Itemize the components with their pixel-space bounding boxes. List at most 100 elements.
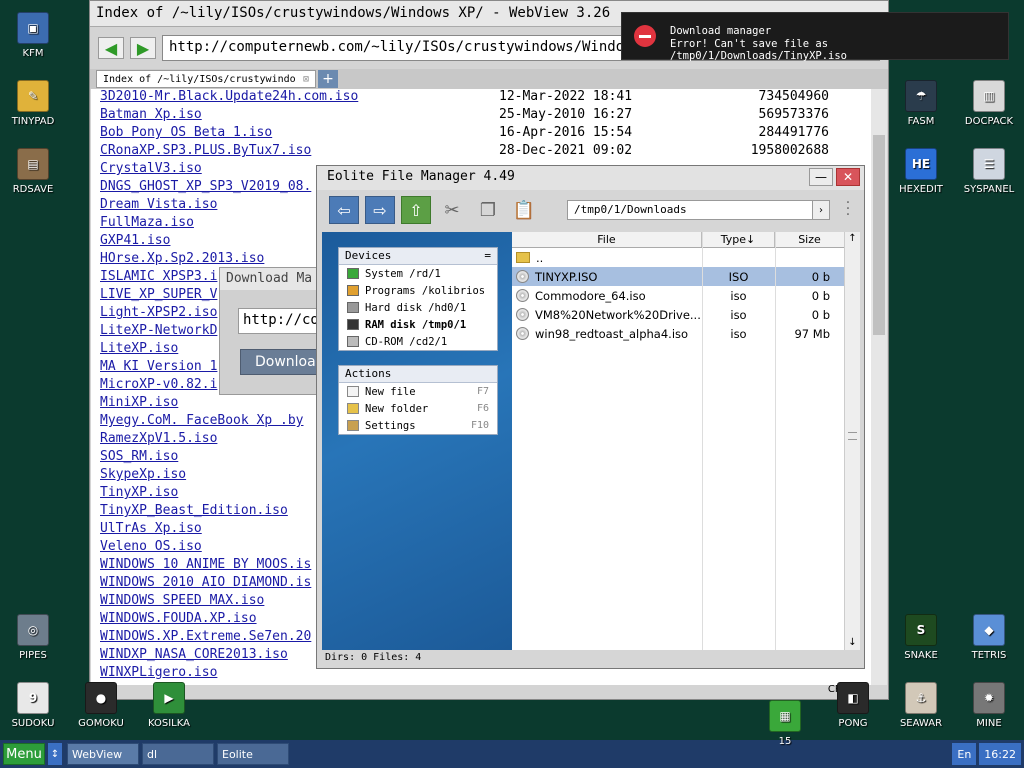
parent-folder-icon [516, 252, 530, 263]
notification-title: Download manager [670, 25, 772, 37]
file-row[interactable]: TINYXP.ISO ISO 0 b [512, 267, 844, 286]
forward-button[interactable]: ▶ [130, 37, 156, 59]
15-icon: ▦ [769, 700, 801, 732]
chevron-right-icon: › [819, 204, 823, 216]
desktop-icon-pipes[interactable]: ◎ PIPES [1, 614, 65, 661]
copy-button[interactable]: ❐ [473, 196, 503, 224]
desktop-icon-rdsave[interactable]: ▤ RDSAVE [1, 148, 65, 195]
fasm-icon: ☂ [905, 80, 937, 112]
path-input[interactable]: /tmp0/1/Downloads [567, 200, 829, 220]
actions-panel: Actions New file F7 New folder F6 Settings F1… [338, 365, 498, 435]
menu-button[interactable]: Menu [3, 743, 45, 765]
error-icon [634, 25, 656, 47]
webview-scrollbar[interactable] [871, 89, 887, 685]
task-webview[interactable]: WebView [67, 743, 139, 765]
forward-arrow-icon: ▶ [136, 38, 150, 58]
desktop-icon-fasm[interactable]: ☂ FASM [889, 80, 953, 127]
kfm-icon: ▣ [17, 12, 49, 44]
forward-button[interactable]: ⇨ [365, 196, 395, 224]
file-list-scrollbar[interactable]: ↑ ↓ [844, 232, 860, 650]
new-tab-button[interactable]: + [318, 70, 338, 88]
device-item[interactable]: System /rd/1 [339, 265, 497, 282]
desktop-icon-kfm[interactable]: ▣ KFM [1, 12, 65, 59]
desktop-icon-sudoku[interactable]: 9 SUDOKU [1, 682, 65, 729]
scissors-icon: ✂ [444, 199, 460, 221]
file-date: 28-Dec-2021 09:02 [499, 143, 633, 158]
more-menu-button[interactable]: · · · [844, 196, 852, 222]
collapse-icon[interactable]: = [484, 249, 491, 263]
file-link[interactable]: 3D2010-Mr.Black.Update24h.com.iso [91, 89, 499, 107]
desktop-icon-pong[interactable]: ◧ PONG [821, 682, 885, 729]
file-row[interactable]: Commodore_64.iso iso 0 b [512, 286, 844, 305]
desktop-icon-label: KOSILKA [148, 718, 190, 729]
tab-close-icon[interactable]: ⊠ [303, 74, 309, 85]
desktop-icon-label: FASM [907, 116, 935, 127]
scroll-up-icon[interactable]: ↑ [845, 232, 860, 246]
desktop-icon-syspanel[interactable]: ☰ SYSPANEL [957, 148, 1021, 195]
file-row[interactable]: win98_redtoast_alpha4.iso iso 97 Mb [512, 324, 844, 343]
back-button[interactable]: ⇦ [329, 196, 359, 224]
close-button[interactable]: ✕ [836, 168, 860, 186]
drive-icon [347, 336, 359, 347]
desktop-icon-label: PIPES [19, 650, 47, 661]
desktop-icon-gomoku[interactable]: ● GOMOKU [69, 682, 133, 729]
tetris-icon: ◆ [973, 614, 1005, 646]
listing-row: 3D2010-Mr.Black.Update24h.com.iso 12-Mar-… [91, 89, 873, 107]
device-item[interactable]: CD-ROM /cd2/1 [339, 333, 497, 350]
download-error-notification[interactable]: Download manager Error! Can't save file … [621, 12, 1009, 62]
desktop-icon-label: TINYPAD [11, 116, 55, 127]
desktop-icon-snake[interactable]: S SNAKE [889, 614, 953, 661]
action-item[interactable]: New file F7 [339, 383, 497, 400]
hexedit-icon: HE [905, 148, 937, 180]
device-item[interactable]: RAM disk /tmp0/1 [339, 316, 497, 333]
file-link[interactable]: CRonaXP.SP3.PLUS.ByTux7.iso [91, 143, 499, 161]
column-file[interactable]: File [512, 232, 702, 247]
task-dl[interactable]: dl [142, 743, 214, 765]
column-size[interactable]: Size [775, 232, 844, 247]
scroll-down-icon[interactable]: ↓ [845, 636, 860, 650]
file-link[interactable]: Bob Pony OS Beta 1.iso [91, 125, 499, 143]
task-eolite[interactable]: Eolite [217, 743, 289, 765]
language-indicator[interactable]: En [952, 743, 977, 765]
desktop-icon-label: DOCPACK [964, 116, 1014, 127]
desktop-icon-label: SYSPANEL [963, 184, 1015, 195]
desktop-icon-hexedit[interactable]: HE HEXEDIT [889, 148, 953, 195]
desktop-icon-label: GOMOKU [78, 718, 124, 729]
desktop-icon-tetris[interactable]: ◆ TETRIS [957, 614, 1021, 661]
file-date: 12-Mar-2022 18:41 [499, 89, 633, 104]
gomoku-icon: ● [85, 682, 117, 714]
column-type[interactable]: Type↓ [702, 232, 775, 247]
scrollbar-thumb[interactable] [873, 135, 885, 335]
desktop-icon-seawar[interactable]: ⚓ SEAWAR [889, 682, 953, 729]
go-button[interactable]: › [812, 200, 830, 220]
up-button[interactable]: ⇧ [401, 196, 431, 224]
switch-icon[interactable]: ↕ [48, 743, 62, 765]
file-link[interactable]: Batman Xp.iso [91, 107, 499, 125]
pipes-icon: ◎ [17, 614, 49, 646]
minimize-button[interactable]: — [809, 168, 833, 186]
paste-button[interactable]: 📋 [509, 196, 539, 224]
desktop-icon-tinypad[interactable]: ✎ TINYPAD [1, 80, 65, 127]
device-item[interactable]: Hard disk /hd0/1 [339, 299, 497, 316]
file-row[interactable]: .. [512, 248, 844, 267]
desktop-icon-label: RDSAVE [12, 184, 54, 195]
desktop-icon-label: SEAWAR [899, 718, 943, 729]
desktop-icon-label: TETRIS [971, 650, 1007, 661]
back-button[interactable]: ◀ [98, 37, 124, 59]
cut-button[interactable]: ✂ [437, 196, 467, 224]
device-item[interactable]: Programs /kolibrios [339, 282, 497, 299]
action-item[interactable]: Settings F10 [339, 417, 497, 434]
desktop-icon-kosilka[interactable]: ▶ KOSILKA [137, 682, 201, 729]
file-name: TINYXP.ISO [535, 269, 598, 284]
disc-icon [516, 289, 529, 302]
desktop-icon-docpack[interactable]: ▥ DOCPACK [957, 80, 1021, 127]
action-item[interactable]: New folder F6 [339, 400, 497, 417]
desktop-icon-15[interactable]: ▦ 15 [753, 700, 817, 747]
desktop-icon-mine[interactable]: ✹ MINE [957, 682, 1021, 729]
left-arrow-icon: ⇦ [337, 200, 351, 220]
browser-tab[interactable]: Index of /~lily/ISOs/crustywindo ⊠ [96, 70, 316, 88]
clock[interactable]: 16:22 [979, 743, 1021, 765]
file-row[interactable]: VM8%20Network%20Drive... iso 0 b [512, 305, 844, 324]
folder-icon [347, 403, 359, 414]
right-arrow-icon: ⇨ [373, 200, 387, 220]
